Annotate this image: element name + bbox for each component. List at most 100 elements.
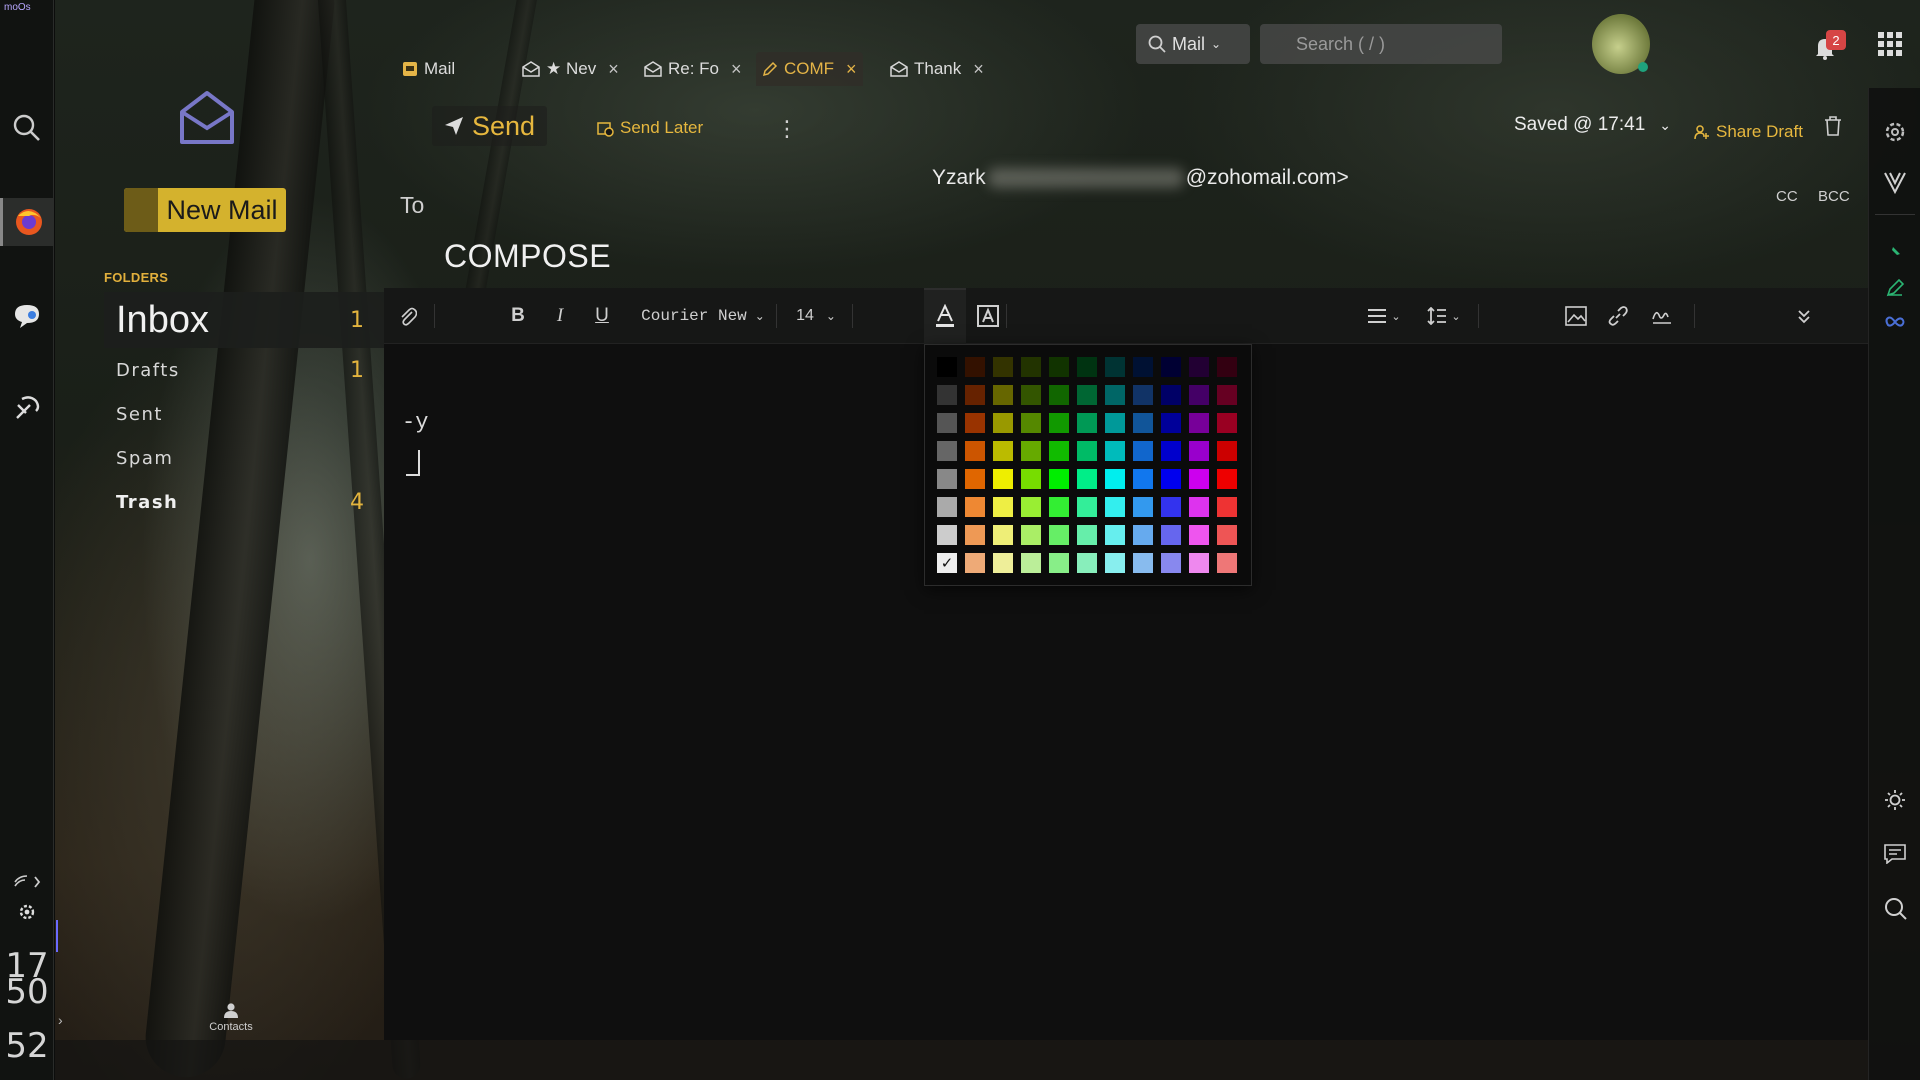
search-scope-select[interactable]: Mail ⌄ [1136,24,1250,64]
color-swatch[interactable] [1133,413,1153,433]
color-swatch[interactable] [1049,553,1069,573]
more-options-icon[interactable]: ⋮ [776,116,798,142]
highlight-color-button[interactable] [976,304,1000,328]
color-swatch[interactable] [1021,553,1041,573]
contacts-button[interactable]: Contacts [201,1002,261,1033]
color-swatch[interactable] [1105,497,1125,517]
color-swatch[interactable] [1021,469,1041,489]
share-draft-button[interactable]: Share Draft [1694,122,1803,142]
color-swatch[interactable] [1189,413,1209,433]
folder-spam[interactable]: Spam [104,436,384,480]
tab-mail[interactable]: Mail [396,52,461,86]
color-swatch[interactable] [1161,385,1181,405]
color-swatch[interactable] [965,497,985,517]
color-swatch[interactable] [937,413,957,433]
color-swatch[interactable] [1021,497,1041,517]
color-swatch[interactable] [1077,497,1097,517]
color-swatch[interactable] [1133,441,1153,461]
color-swatch[interactable] [993,497,1013,517]
os-network-button[interactable] [0,870,54,894]
folder-sent[interactable]: Sent [104,392,384,436]
color-swatch[interactable] [965,441,985,461]
color-swatch[interactable] [1189,525,1209,545]
color-swatch[interactable] [1161,441,1181,461]
color-swatch[interactable] [1077,413,1097,433]
folder-trash[interactable]: Trash 4 [104,480,384,524]
theme-toggle-button[interactable] [1881,786,1909,814]
color-swatch[interactable] [965,357,985,377]
color-swatch[interactable] [1133,553,1153,573]
color-swatch[interactable] [1105,413,1125,433]
settings-button[interactable] [1881,118,1909,146]
color-swatch[interactable] [1217,497,1237,517]
color-swatch[interactable] [937,441,957,461]
color-swatch[interactable] [1217,385,1237,405]
links-button[interactable] [1881,308,1909,336]
color-swatch[interactable] [937,357,957,377]
color-swatch[interactable] [1217,413,1237,433]
notes-button[interactable] [1881,274,1909,302]
apps-grid-icon[interactable] [1878,32,1902,61]
extension-button[interactable] [1881,238,1909,266]
os-firefox-button[interactable] [0,198,54,246]
underline-button[interactable]: U [590,304,614,328]
tab-compose[interactable]: COMF × [756,52,863,86]
color-swatch[interactable] [965,385,985,405]
color-swatch[interactable] [1049,357,1069,377]
color-swatch[interactable] [1133,385,1153,405]
color-swatch[interactable] [1105,553,1125,573]
avatar[interactable] [1592,14,1650,74]
font-size-select[interactable]: 14 ⌄ [788,304,844,328]
color-swatch[interactable] [1133,357,1153,377]
color-swatch[interactable] [1105,469,1125,489]
color-swatch[interactable] [965,525,985,545]
color-swatch[interactable] [1049,441,1069,461]
line-spacing-select[interactable]: ⌄ [1424,304,1464,328]
close-icon[interactable]: × [731,59,742,80]
zia-button[interactable] [1881,168,1909,196]
color-swatch[interactable] [1217,441,1237,461]
color-swatch[interactable] [1161,469,1181,489]
color-swatch[interactable] [1021,441,1041,461]
color-swatch[interactable] [1189,441,1209,461]
color-swatch[interactable] [1161,413,1181,433]
tab-thank[interactable]: Thank × [884,52,990,86]
bcc-button[interactable]: BCC [1818,188,1850,205]
color-swatch[interactable] [1189,469,1209,489]
expand-toolbar-button[interactable] [1792,304,1816,328]
color-swatch[interactable] [1161,553,1181,573]
color-swatch[interactable] [1049,497,1069,517]
os-settings-button[interactable] [0,898,54,926]
text-color-button[interactable] [933,304,957,328]
color-swatch[interactable] [1021,525,1041,545]
color-swatch[interactable] [1077,525,1097,545]
new-mail-button[interactable]: New Mail [124,188,286,232]
color-swatch[interactable] [1161,497,1181,517]
color-swatch[interactable] [993,441,1013,461]
font-family-select[interactable]: Courier New ⌄ [638,304,768,328]
cc-button[interactable]: CC [1776,188,1798,205]
color-swatch[interactable] [993,525,1013,545]
color-swatch[interactable] [1077,357,1097,377]
color-swatch[interactable] [1133,525,1153,545]
color-swatch[interactable] [993,553,1013,573]
color-swatch[interactable] [1161,357,1181,377]
tab-reply-forward[interactable]: Re: Fo × [638,52,748,86]
color-swatch[interactable] [1049,469,1069,489]
color-swatch[interactable] [1189,357,1209,377]
color-swatch[interactable] [965,413,985,433]
color-swatch[interactable] [1217,553,1237,573]
signature-button[interactable] [1650,304,1674,328]
color-swatch[interactable] [1189,385,1209,405]
color-swatch[interactable] [1077,553,1097,573]
chat-button[interactable] [1881,840,1909,868]
color-swatch[interactable] [937,525,957,545]
color-swatch[interactable] [993,469,1013,489]
color-swatch[interactable] [993,357,1013,377]
os-search-button[interactable] [0,104,54,152]
color-swatch[interactable] [937,385,957,405]
subject-field[interactable]: COMPOSE [444,238,611,275]
bold-button[interactable]: B [506,304,530,328]
italic-button[interactable]: I [548,304,572,328]
insert-image-button[interactable] [1564,304,1588,328]
